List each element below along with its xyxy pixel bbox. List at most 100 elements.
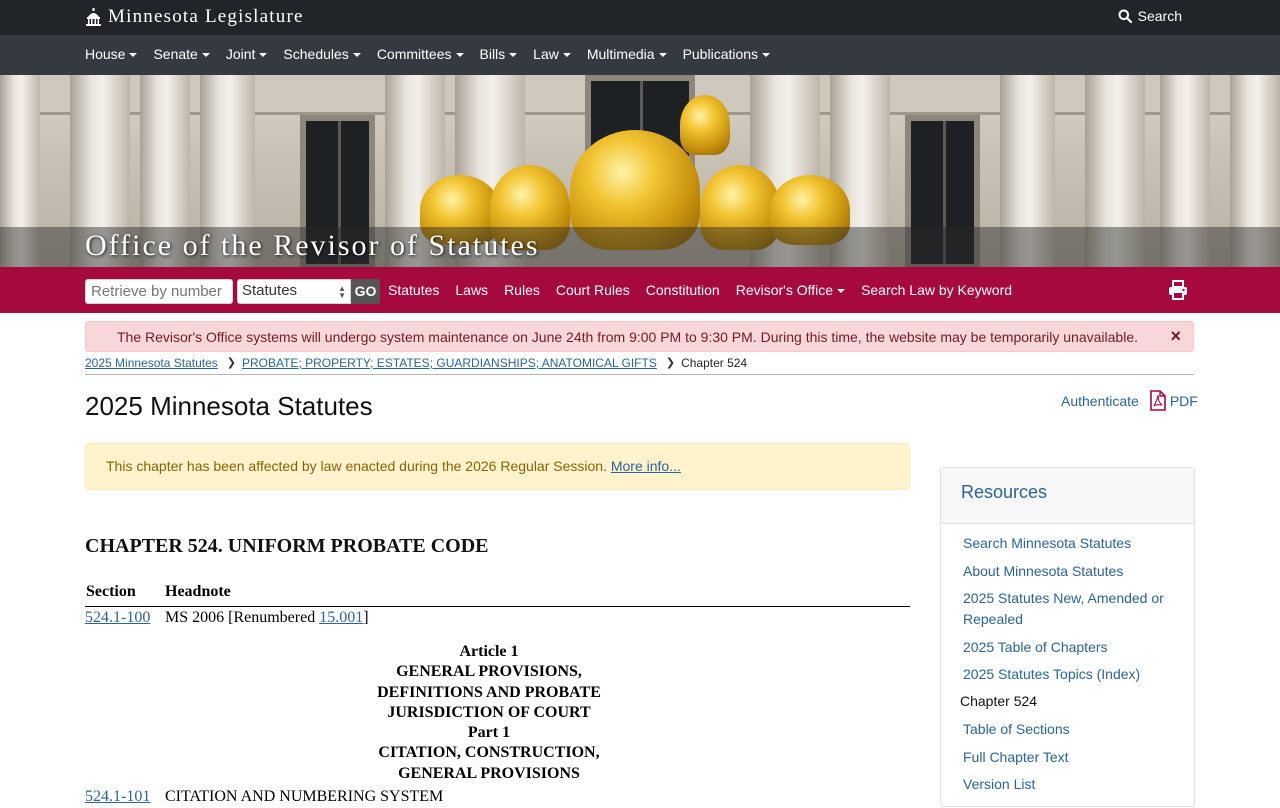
pdf-link[interactable]: PDF <box>1170 393 1198 409</box>
article-heading-line: Article 1 <box>459 643 519 660</box>
headnote: MS 2006 [Renumbered 15.001] <box>165 609 369 629</box>
resources-title: Resources <box>941 468 1194 524</box>
nav-item-publications[interactable]: Publications <box>683 46 771 62</box>
revisor-link-laws[interactable]: Laws <box>455 282 488 298</box>
revisor-link-search-law-by-keyword[interactable]: Search Law by Keyword <box>861 282 1012 298</box>
article-heading-line: Part 1 <box>467 724 511 742</box>
chapter-title: CHAPTER 524. UNIFORM PROBATE CODE <box>85 535 489 557</box>
caret-down-icon <box>509 52 518 57</box>
top-search-button[interactable]: Search <box>1118 8 1182 24</box>
nav-label[interactable]: Publications <box>683 46 759 62</box>
table-header: Section Headnote <box>85 583 910 607</box>
resource-link[interactable]: Full Chapter Text <box>963 747 1194 768</box>
authenticate-link[interactable]: Authenticate <box>1061 393 1139 409</box>
nav-item-multimedia[interactable]: Multimedia <box>587 46 667 62</box>
search-label[interactable]: Search <box>1138 8 1182 24</box>
header-banner: Office of the Revisor of Statutes <box>0 75 1280 267</box>
resource-link[interactable]: Table of Sections <box>963 719 1194 740</box>
revisor-link-constitution[interactable]: Constitution <box>646 282 720 298</box>
revisor-link-label[interactable]: Statutes <box>388 282 439 298</box>
brand-text[interactable]: Minnesota Legislature <box>108 6 304 28</box>
select-arrows-icon: ▲ ▼ <box>338 284 346 300</box>
revisor-link-court-rules[interactable]: Court Rules <box>556 282 630 298</box>
table-row: 524.1-100 MS 2006 [Renumbered 15.001] <box>85 607 910 629</box>
print-icon[interactable] <box>1168 280 1188 300</box>
revisor-link-label[interactable]: Search Law by Keyword <box>861 282 1012 298</box>
renumbered-link[interactable]: 15.001 <box>319 609 363 626</box>
go-button[interactable]: GO <box>351 279 380 304</box>
nav-item-senate[interactable]: Senate <box>153 46 210 62</box>
headnote-text: MS 2006 [Renumbered <box>165 609 320 626</box>
headnote: CITATION AND NUMBERING SYSTEM <box>165 788 444 806</box>
resource-link[interactable]: 2025 Table of Chapters <box>963 637 1194 658</box>
document-type-select[interactable]: Statutes ▲ ▼ <box>237 279 351 304</box>
alert-message: The Revisor's Office systems will underg… <box>117 329 1138 345</box>
caret-down-icon <box>762 52 771 57</box>
notice-text: This chapter has been affected by law en… <box>106 458 607 474</box>
caret-down-icon <box>201 52 210 57</box>
nav-label[interactable]: Senate <box>153 46 197 62</box>
section-link[interactable]: 524.1-101 <box>85 788 150 805</box>
page-title: 2025 Minnesota Statutes <box>85 391 373 421</box>
revisor-link-statutes[interactable]: Statutes <box>388 282 439 298</box>
resource-link[interactable]: 2025 Statutes Topics (Index) <box>963 664 1194 685</box>
breadcrumb-current: Chapter 524 <box>681 356 748 370</box>
maintenance-alert: The Revisor's Office systems will underg… <box>85 321 1194 352</box>
chapter-subheading: Chapter 524 <box>960 693 1038 709</box>
nav-item-bills[interactable]: Bills <box>480 46 518 62</box>
nav-label[interactable]: Multimedia <box>587 46 655 62</box>
nav-label[interactable]: Committees <box>377 46 452 62</box>
nav-item-joint[interactable]: Joint <box>226 46 268 62</box>
nav-item-committees[interactable]: Committees <box>377 46 464 62</box>
resource-link[interactable]: Search Minnesota Statutes <box>963 533 1194 554</box>
search-icon <box>1118 9 1132 23</box>
main-nav: House Senate Joint Schedules Committees Bills… <box>0 35 1280 75</box>
resource-link[interactable]: About Minnesota Statutes <box>963 561 1194 582</box>
site-brand[interactable]: Minnesota Legislature <box>85 6 304 28</box>
nav-label[interactable]: House <box>85 46 125 62</box>
more-info-link[interactable]: More info... <box>611 458 681 474</box>
article-heading-line: DEFINITIONS AND PROBATE <box>377 683 601 701</box>
caret-down-icon <box>352 52 361 57</box>
article-heading-line: GENERAL PROVISIONS <box>398 764 580 782</box>
nav-item-house[interactable]: House <box>85 46 138 62</box>
revisor-link-label[interactable]: Revisor's Office <box>736 282 833 298</box>
nav-label[interactable]: Law <box>533 46 559 62</box>
revisor-link-rules[interactable]: Rules <box>504 282 540 298</box>
nav-item-law[interactable]: Law <box>533 46 571 62</box>
table-row: 524.1-101 CITATION AND NUMBERING SYSTEM <box>85 786 910 808</box>
retrieve-by-number-input[interactable] <box>85 279 233 304</box>
close-icon[interactable]: × <box>1170 326 1181 347</box>
col-section: Section <box>86 583 136 600</box>
capitol-dome-icon <box>86 8 101 26</box>
nav-item-schedules[interactable]: Schedules <box>283 46 361 62</box>
office-title: Office of the Revisor of Statutes <box>85 229 540 262</box>
breadcrumb: 2025 Minnesota Statutes ❯ PROBATE; PROPE… <box>85 356 1194 375</box>
revisor-link-label[interactable]: Court Rules <box>556 282 630 298</box>
nav-label[interactable]: Joint <box>226 46 256 62</box>
chevron-right-icon: ❯ <box>226 357 236 369</box>
revisor-link-label[interactable]: Laws <box>455 282 488 298</box>
section-link[interactable]: 524.1-100 <box>85 609 150 626</box>
resource-link[interactable]: 2025 Statutes New, Amended or Repealed <box>963 588 1194 630</box>
nav-label[interactable]: Schedules <box>283 46 348 62</box>
revisor-link-label[interactable]: Rules <box>504 282 540 298</box>
caret-down-icon <box>837 288 846 293</box>
pdf-file-icon[interactable] <box>1150 390 1166 411</box>
revisor-link-revisor-s-office[interactable]: Revisor's Office <box>736 282 846 298</box>
revisor-toolbar: Statutes ▲▼ GO Statutes Laws Rules Court Ru… <box>0 267 1280 313</box>
resources-panel: Resources Search Minnesota Statutes About… <box>940 467 1195 807</box>
revisor-link-label[interactable]: Constitution <box>646 282 720 298</box>
top-bar: Minnesota Legislature Search <box>0 0 1280 35</box>
breadcrumb-statutes[interactable]: 2025 Minnesota Statutes <box>85 356 218 370</box>
breadcrumb-probate[interactable]: PROBATE; PROPERTY; ESTATES; GUARDIANSHIP… <box>242 356 657 370</box>
article-heading: Article 1 GENERAL PROVISIONS, DEFINITIONS … <box>85 629 893 786</box>
document-actions: Authenticate PDF <box>1061 390 1198 411</box>
caret-down-icon <box>562 52 571 57</box>
nav-label[interactable]: Bills <box>480 46 506 62</box>
session-notice: This chapter has been affected by law en… <box>85 443 910 490</box>
resource-link[interactable]: Version List <box>963 774 1194 795</box>
article-heading-line: CITATION, CONSTRUCTION, <box>378 744 600 762</box>
document-type-value[interactable]: Statutes <box>242 282 297 299</box>
article-heading-line: JURISDICTION OF COURT <box>387 703 591 721</box>
